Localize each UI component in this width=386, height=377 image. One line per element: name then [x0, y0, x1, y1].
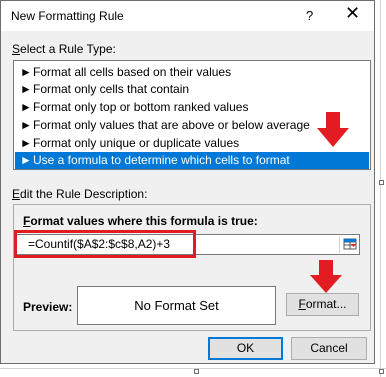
- rule-type-label-text: elect a Rule Type:: [20, 42, 116, 56]
- dialog-title: New Formatting Rule: [11, 9, 124, 23]
- grid-line: [0, 368, 386, 369]
- rule-type-item[interactable]: ►Format all cells based on their values: [15, 64, 369, 81]
- formula-highlight-box: [14, 230, 196, 258]
- format-button-text: ormat...: [305, 297, 347, 311]
- resize-handle[interactable]: [379, 180, 384, 185]
- new-formatting-rule-dialog: New Formatting Rule ? ✕ Select a Rule Ty…: [0, 0, 375, 364]
- preview-label: Preview:: [23, 300, 73, 314]
- ok-button[interactable]: OK: [208, 337, 283, 360]
- formula-label: Format values where this formula is true…: [23, 214, 258, 228]
- rule-description-label-text: dit the Rule Description:: [20, 187, 148, 201]
- annotation-arrow-icon: [310, 260, 342, 293]
- range-select-icon: [343, 238, 357, 250]
- collapse-dialog-button[interactable]: [339, 236, 359, 253]
- bullet-arrow-icon: ►: [20, 100, 32, 114]
- rule-type-item-label: Format only values that are above or bel…: [33, 118, 310, 132]
- bullet-arrow-icon: ►: [20, 153, 32, 167]
- format-button-accesskey: F: [298, 297, 306, 311]
- close-button[interactable]: ✕: [345, 4, 360, 22]
- rule-type-item-label: Format only cells that contain: [33, 82, 190, 96]
- resize-handle[interactable]: [194, 369, 199, 374]
- rule-type-item-selected[interactable]: ►Use a formula to determine which cells …: [15, 152, 369, 169]
- grid-line: [380, 0, 381, 377]
- rule-type-item-label: Use a formula to determine which cells t…: [33, 153, 290, 167]
- rule-type-item[interactable]: ►Format only cells that contain: [15, 81, 369, 98]
- rule-description-label-accesskey: E: [12, 187, 21, 201]
- title-bar: New Formatting Rule ? ✕: [1, 1, 374, 31]
- formula-label-text: ormat values where this formula is true:: [30, 214, 258, 228]
- cancel-button[interactable]: Cancel: [291, 337, 367, 360]
- bullet-arrow-icon: ►: [20, 136, 32, 150]
- annotation-arrow-icon: [317, 112, 349, 147]
- bullet-arrow-icon: ►: [20, 118, 32, 132]
- rule-type-item-label: Format all cells based on their values: [33, 65, 232, 79]
- rule-description-label: Edit the Rule Description:: [12, 187, 147, 201]
- bullet-arrow-icon: ►: [20, 82, 32, 96]
- rule-type-label-accesskey: S: [12, 42, 21, 56]
- rule-type-label: Select a Rule Type:: [12, 42, 116, 56]
- rule-type-item-label: Format only top or bottom ranked values: [33, 100, 249, 114]
- format-button[interactable]: Format...: [286, 293, 359, 316]
- help-button[interactable]: ?: [306, 8, 313, 23]
- rule-type-item-label: Format only unique or duplicate values: [33, 136, 240, 150]
- resize-handle[interactable]: [379, 369, 384, 374]
- bullet-arrow-icon: ►: [20, 65, 32, 79]
- preview-box: No Format Set: [77, 286, 276, 325]
